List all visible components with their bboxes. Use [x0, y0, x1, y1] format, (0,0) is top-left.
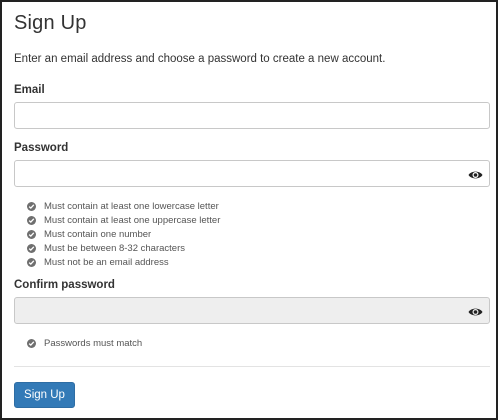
- eye-icon[interactable]: [468, 168, 483, 180]
- password-rule-text: Must not be an email address: [44, 256, 169, 268]
- check-circle-icon: [27, 243, 36, 253]
- password-rule: Must contain at least one uppercase lett…: [27, 213, 220, 227]
- email-field[interactable]: [14, 102, 490, 129]
- eye-icon[interactable]: [468, 305, 483, 317]
- confirm-rule-text: Passwords must match: [44, 337, 143, 349]
- password-rule-text: Must contain one number: [44, 228, 152, 240]
- confirm-password-label: Confirm password: [14, 279, 115, 291]
- sign-up-button[interactable]: Sign Up: [14, 382, 75, 408]
- password-rule: Must be between 8-32 characters: [27, 241, 220, 255]
- intro-text: Enter an email address and choose a pass…: [14, 53, 386, 65]
- confirm-rule: Passwords must match: [27, 336, 142, 350]
- check-circle-icon: [27, 229, 36, 239]
- page-title: Sign Up: [14, 12, 87, 34]
- password-label: Password: [14, 142, 69, 154]
- check-circle-icon: [27, 201, 36, 211]
- password-rule-text: Must contain at least one lowercase lett…: [44, 200, 219, 212]
- confirm-rules: Passwords must match: [27, 336, 142, 350]
- divider: [14, 366, 490, 367]
- password-rule: Must contain at least one lowercase lett…: [27, 199, 220, 213]
- check-circle-icon: [27, 257, 36, 267]
- confirm-password-field[interactable]: [14, 297, 490, 324]
- password-rule-text: Must contain at least one uppercase lett…: [44, 214, 221, 226]
- check-circle-icon: [27, 338, 36, 348]
- password-rule: Must not be an email address: [27, 255, 220, 269]
- password-rule-text: Must be between 8-32 characters: [44, 242, 185, 254]
- signup-window: Sign Up Enter an email address and choos…: [0, 0, 498, 420]
- email-label: Email: [14, 84, 45, 96]
- password-rules: Must contain at least one lowercase lett…: [27, 199, 220, 269]
- password-field[interactable]: [14, 160, 490, 187]
- check-circle-icon: [27, 215, 36, 225]
- password-rule: Must contain one number: [27, 227, 220, 241]
